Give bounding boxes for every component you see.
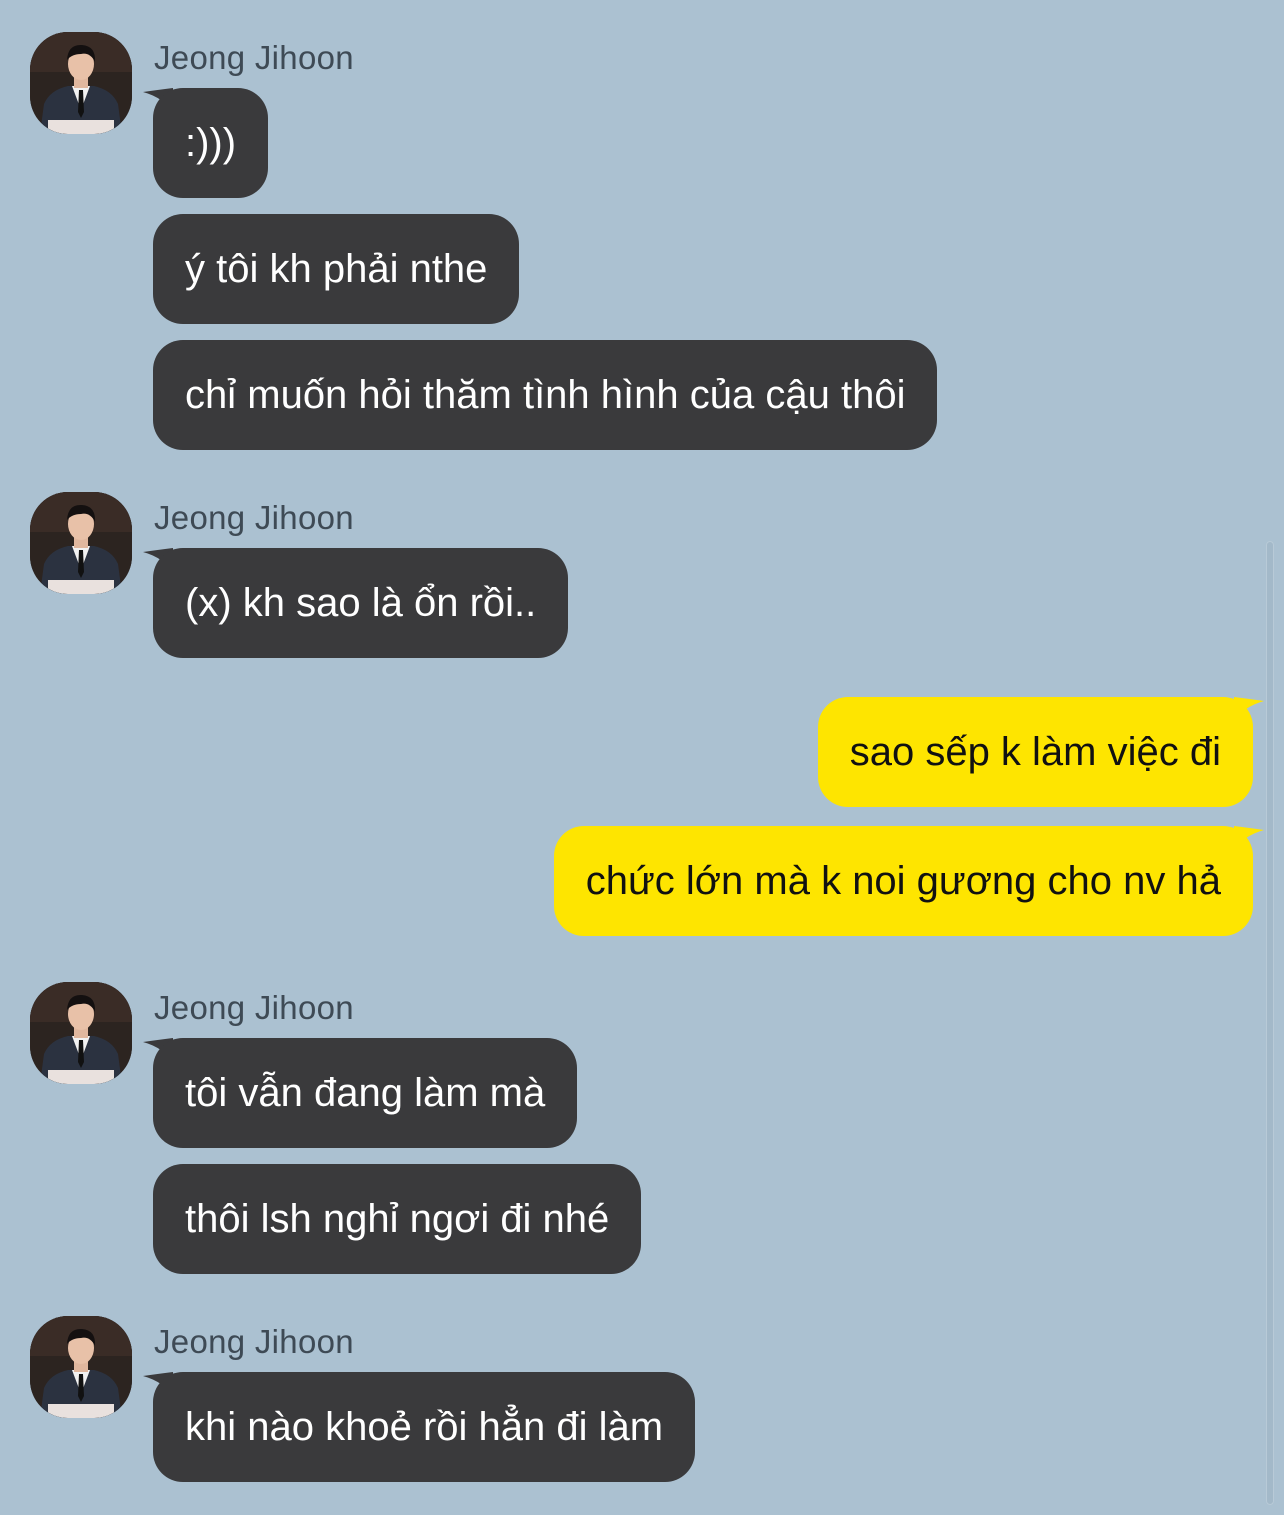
message-bubble-outgoing[interactable]: sao sếp k làm việc đi [817,697,1253,807]
message-bubble-incoming[interactable]: chỉ muốn hỏi thăm tình hình của cậu thôi [153,340,938,450]
profile-photo-icon [30,1316,132,1418]
message-bubble-outgoing[interactable]: chức lớn mà k noi gương cho nv hả [553,826,1253,936]
message-bubble-incoming[interactable]: (x) kh sao là ổn rồi.. [153,548,569,658]
scrollbar[interactable] [1266,541,1274,1505]
sender-name: Jeong Jihoon [154,1323,354,1360]
avatar-icon[interactable] [30,1316,132,1418]
profile-photo-icon [30,32,132,134]
sender-name: Jeong Jihoon [154,989,354,1026]
message-bubble-incoming[interactable]: tôi vẫn đang làm mà [153,1038,578,1148]
avatar-icon[interactable] [30,982,132,1084]
sender-name: Jeong Jihoon [154,39,354,76]
profile-photo-icon [30,492,132,594]
message-bubble-incoming[interactable]: thôi lsh nghỉ ngơi đi nhé [153,1164,642,1274]
profile-photo-icon [30,982,132,1084]
sender-name: Jeong Jihoon [154,499,354,536]
message-bubble-incoming[interactable]: ý tôi kh phải nthe [153,214,520,324]
avatar-icon[interactable] [30,492,132,594]
message-bubble-incoming[interactable]: :))) [153,88,269,198]
avatar-icon[interactable] [30,32,132,134]
message-bubble-incoming[interactable]: khi nào khoẻ rồi hẳn đi làm [153,1372,696,1482]
